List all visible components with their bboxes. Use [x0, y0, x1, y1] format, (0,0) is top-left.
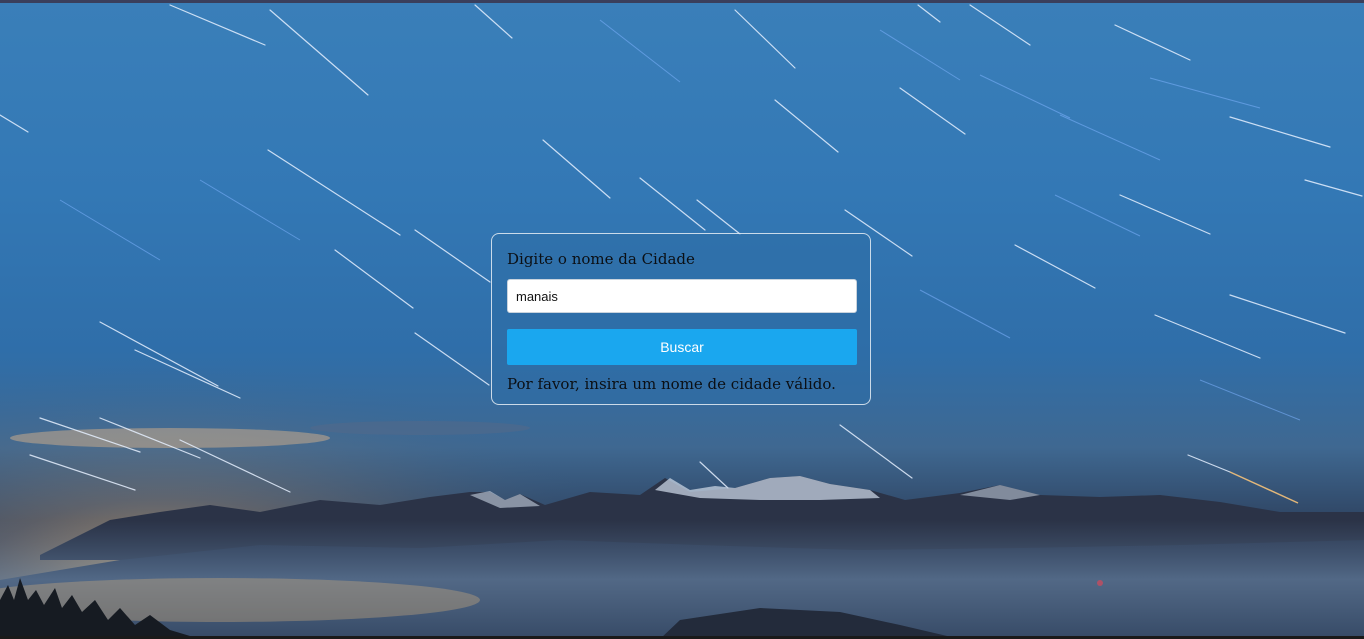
- city-label: Digite o nome da Cidade: [507, 250, 695, 268]
- error-message: Por favor, insira um nome de cidade váli…: [507, 375, 836, 393]
- top-border: [0, 0, 1364, 3]
- city-input[interactable]: [507, 279, 857, 313]
- search-card: Digite o nome da Cidade Buscar Por favor…: [491, 233, 871, 405]
- search-button[interactable]: Buscar: [507, 329, 857, 365]
